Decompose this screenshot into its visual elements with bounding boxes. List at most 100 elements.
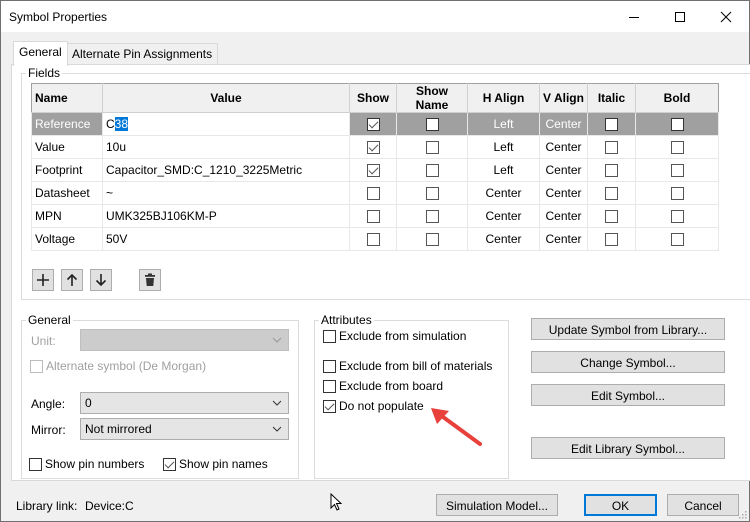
show-pin-numbers-check-box[interactable] [29,457,42,471]
field-name-cell[interactable]: Reference [31,112,103,136]
show-name-checkbox-cell[interactable] [396,181,468,205]
update-symbol-from-library-button[interactable]: Update Symbol from Library... [531,318,725,340]
show-checkbox-cell[interactable] [349,112,397,136]
tab-alternate-pin-assignments[interactable]: Alternate Pin Assignments [66,43,219,65]
bold-checkbox[interactable] [670,118,684,132]
italic-checkbox-cell[interactable] [587,227,636,251]
show-name-checkbox[interactable] [425,233,439,247]
field-name-cell[interactable]: Datasheet [31,181,103,205]
bold-checkbox-cell[interactable] [635,158,719,182]
show-checkbox[interactable] [366,210,380,224]
column-header-show[interactable]: Show [349,83,397,113]
field-value-cell[interactable]: ~ [102,181,350,205]
field-value-cell[interactable]: C38 [102,112,350,136]
field-row[interactable]: Datasheet ~ Center Center [31,181,719,205]
italic-checkbox-cell[interactable] [587,158,636,182]
h-align-cell[interactable]: Center [467,204,540,228]
v-align-cell[interactable]: Center [539,112,588,136]
h-align-cell[interactable]: Left [467,135,540,159]
resize-grip-icon[interactable] [739,511,747,519]
field-row[interactable]: Voltage 50V Center Center [31,227,719,251]
show-checkbox[interactable] [366,187,380,201]
exclude-from-simulation-checkbox[interactable]: Exclude from simulation [323,329,466,343]
bold-checkbox[interactable] [670,233,684,247]
italic-checkbox[interactable] [605,141,618,155]
italic-checkbox[interactable] [605,164,618,178]
show-checkbox[interactable] [366,233,380,247]
mirror-select[interactable]: Not mirrored [80,418,289,440]
field-row[interactable]: Footprint Capacitor_SMD:C_1210_3225Metric… [31,158,719,182]
show-name-checkbox-cell[interactable] [396,204,468,228]
move-up-button[interactable] [61,269,83,291]
exclude-from-bom-checkbox[interactable]: Exclude from bill of materials [323,359,492,373]
bold-checkbox[interactable] [670,164,684,178]
do-not-populate-check-box[interactable] [323,399,336,413]
show-name-checkbox-cell[interactable] [396,112,468,136]
column-header-v-align[interactable]: V Align [539,83,588,113]
minimize-button[interactable] [611,1,657,32]
field-row[interactable]: Reference C38 Left Center [31,112,719,136]
exclude-from-simulation-check-box[interactable] [323,329,336,343]
angle-select[interactable]: 0 [80,392,289,414]
edit-library-symbol-button[interactable]: Edit Library Symbol... [531,437,725,459]
bold-checkbox-cell[interactable] [635,135,719,159]
exclude-from-board-checkbox[interactable]: Exclude from board [323,379,443,393]
change-symbol-button[interactable]: Change Symbol... [531,351,725,373]
italic-checkbox[interactable] [605,210,618,224]
show-name-checkbox-cell[interactable] [396,158,468,182]
field-value-cell[interactable]: 10u [102,135,350,159]
show-name-checkbox-cell[interactable] [396,135,468,159]
show-checkbox-cell[interactable] [349,204,397,228]
show-checkbox[interactable] [366,164,380,178]
alternate-symbol-check-box[interactable] [30,359,43,373]
v-align-cell[interactable]: Center [539,135,588,159]
show-checkbox[interactable] [366,141,380,155]
italic-checkbox[interactable] [605,233,618,247]
show-checkbox-cell[interactable] [349,181,397,205]
bold-checkbox-cell[interactable] [635,112,719,136]
bold-checkbox[interactable] [670,210,684,224]
italic-checkbox-cell[interactable] [587,135,636,159]
column-header-bold[interactable]: Bold [635,83,719,113]
bold-checkbox-cell[interactable] [635,181,719,205]
bold-checkbox-cell[interactable] [635,204,719,228]
alternate-symbol-checkbox[interactable]: Alternate symbol (De Morgan) [30,359,206,373]
field-name-cell[interactable]: Footprint [31,158,103,182]
unit-select[interactable] [80,329,289,351]
bold-checkbox[interactable] [670,141,684,155]
italic-checkbox[interactable] [605,187,618,201]
column-header-name[interactable]: Name [31,83,103,113]
field-row[interactable]: Value 10u Left Center [31,135,719,159]
ok-button[interactable]: OK [584,494,657,516]
close-button[interactable] [703,1,749,32]
italic-checkbox-cell[interactable] [587,181,636,205]
do-not-populate-checkbox[interactable]: Do not populate [323,399,424,413]
italic-checkbox-cell[interactable] [587,204,636,228]
v-align-cell[interactable]: Center [539,204,588,228]
show-name-checkbox[interactable] [425,187,439,201]
show-checkbox-cell[interactable] [349,135,397,159]
show-pin-numbers-checkbox[interactable]: Show pin numbers [29,457,144,471]
italic-checkbox-cell[interactable] [587,112,636,136]
column-header-value[interactable]: Value [102,83,350,113]
h-align-cell[interactable]: Left [467,158,540,182]
bold-checkbox-cell[interactable] [635,227,719,251]
h-align-cell[interactable]: Left [467,112,540,136]
cancel-button[interactable]: Cancel [667,494,739,516]
show-name-checkbox[interactable] [425,141,439,155]
column-header-h-align[interactable]: H Align [467,83,540,113]
show-name-checkbox[interactable] [425,210,439,224]
field-name-cell[interactable]: MPN [31,204,103,228]
move-down-button[interactable] [90,269,112,291]
v-align-cell[interactable]: Center [539,227,588,251]
v-align-cell[interactable]: Center [539,158,588,182]
field-value-cell[interactable]: UMK325BJ106KM-P [102,204,350,228]
column-header-show-name[interactable]: Show Name [396,83,468,113]
show-checkbox-cell[interactable] [349,227,397,251]
show-name-checkbox[interactable] [425,164,439,178]
field-row[interactable]: MPN UMK325BJ106KM-P Center Center [31,204,719,228]
field-value-cell[interactable]: 50V [102,227,350,251]
field-name-cell[interactable]: Voltage [31,227,103,251]
show-name-checkbox-cell[interactable] [396,227,468,251]
simulation-model-button[interactable]: Simulation Model... [436,494,558,516]
